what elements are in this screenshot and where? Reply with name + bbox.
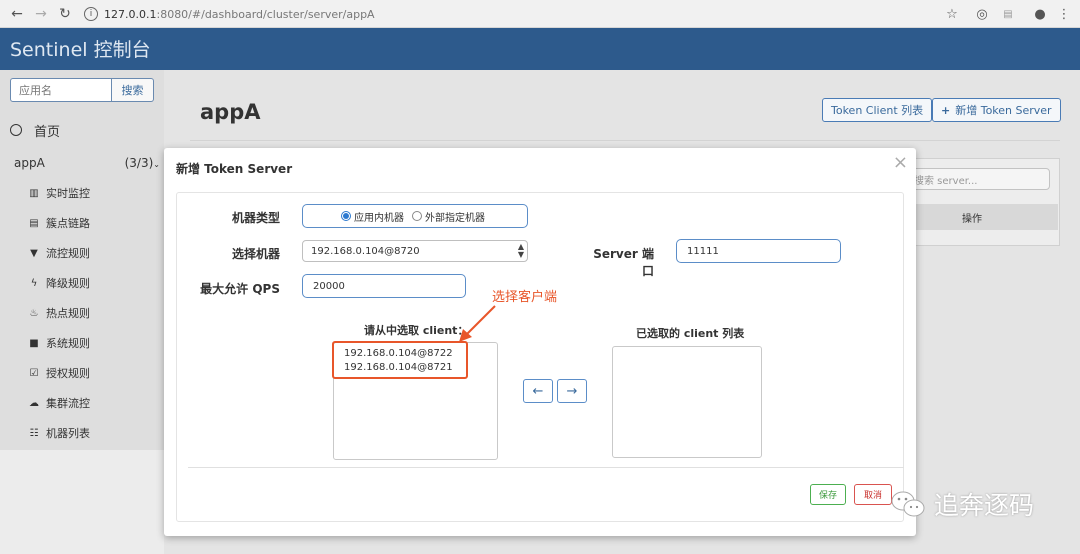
cloud-icon: ☁ (29, 397, 39, 409)
check-circle-icon: ☑ (29, 367, 39, 379)
save-button[interactable]: 保存 (810, 484, 846, 505)
menu-kebab-icon[interactable]: ⋮ (1054, 4, 1074, 24)
machine-select[interactable]: 192.168.0.104@8720 ▲ ▼ (302, 240, 528, 262)
flash-icon: ϟ (30, 277, 38, 289)
select-machine-label: 选择机器 (231, 247, 280, 261)
plus-icon: + (941, 103, 951, 117)
move-right-button[interactable]: → (557, 379, 587, 403)
profile-icon[interactable]: ● (1030, 4, 1050, 24)
dashboard-icon (10, 124, 22, 136)
app-header: Sentinel 控制台 (0, 28, 1080, 70)
sidebar-item-label: 降级规则 (46, 277, 90, 290)
server-port-label: Server 端口 (593, 247, 654, 278)
header-divider (190, 140, 1060, 141)
radio-external-machine[interactable]: 外部指定机器 (412, 209, 485, 224)
fire-icon: ♨ (29, 307, 39, 319)
add-token-server-label: 新增 Token Server (955, 104, 1052, 117)
bar-chart-icon: ▥ (29, 187, 39, 199)
extension-2-icon[interactable]: ▤ (998, 4, 1018, 24)
sidebar-item-flow-rules[interactable]: ▼ 流控规则 (28, 244, 90, 262)
sidebar-item-home[interactable]: 首页 (10, 120, 60, 140)
url-host: 127.0.0.1 (104, 7, 157, 21)
list-icon: ▤ (29, 217, 39, 229)
add-token-server-button[interactable]: + 新增 Token Server (932, 98, 1061, 122)
app-brand[interactable]: Sentinel 控制台 (10, 35, 151, 62)
extension-icon[interactable]: ◎ (972, 4, 992, 24)
radio-label: 外部指定机器 (425, 212, 485, 224)
lock-icon: ■ (29, 337, 39, 349)
table-icon: ☷ (29, 427, 39, 439)
table-header-ops: 操作 (900, 204, 1058, 230)
machine-type-label: 机器类型 (231, 211, 280, 225)
info-icon[interactable]: i (84, 7, 98, 21)
sidebar-item-hotspot-rules[interactable]: ♨ 热点规则 (28, 304, 90, 322)
sidebar-item-monitor[interactable]: ▥ 实时监控 (28, 184, 90, 202)
selected-clients-list[interactable] (612, 346, 762, 458)
max-qps-label: 最大允许 QPS (200, 282, 280, 296)
watermark-text: 追奔逐码 (934, 491, 1035, 520)
filter-icon: ▼ (30, 247, 38, 259)
annotation-label: 选择客户端 (492, 290, 558, 305)
sidebar-item-authority-rules[interactable]: ☑ 授权规则 (28, 364, 90, 382)
sidebar-item-label: 簇点链路 (46, 217, 90, 230)
sidebar-item-label: 首页 (34, 124, 61, 140)
bookmark-star-icon[interactable]: ☆ (942, 4, 962, 24)
select-arrows-icon: ▲ ▼ (517, 242, 524, 259)
app-search-input[interactable] (10, 78, 112, 102)
sidebar-item-system-rules[interactable]: ■ 系统规则 (28, 334, 90, 352)
back-icon[interactable]: ← (6, 3, 28, 25)
sidebar-item-degrade-rules[interactable]: ϟ 降级规则 (28, 274, 90, 292)
radio-unselected-icon (412, 211, 422, 221)
sidebar-item-resource-chain[interactable]: ▤ 簇点链路 (28, 214, 90, 232)
add-token-server-modal: 新增 Token Server × (164, 148, 916, 536)
chevron-down-icon: ⌄ (153, 160, 160, 169)
machine-select-value: 192.168.0.104@8720 (311, 245, 420, 257)
sidebar-item-label: 流控规则 (46, 247, 90, 260)
reload-icon[interactable]: ↻ (54, 3, 76, 25)
address-bar[interactable]: i 127.0.0.1:8080/#/dashboard/cluster/ser… (84, 4, 964, 24)
close-icon[interactable]: × (893, 152, 908, 173)
sidebar-item-cluster-flow[interactable]: ☁ 集群流控 (28, 394, 90, 412)
machine-type-radio-group: 应用内机器 外部指定机器 (302, 204, 528, 228)
url-path: :8080/#/dashboard/cluster/server/appA (156, 7, 375, 21)
move-left-button[interactable]: ← (523, 379, 553, 403)
app-name: appA (14, 156, 45, 170)
max-qps-input[interactable]: 20000 (302, 274, 466, 298)
wechat-logo-icon (891, 491, 925, 517)
sidebar-item-label: 机器列表 (46, 427, 90, 440)
sidebar-item-label: 授权规则 (46, 367, 90, 380)
server-search-input[interactable]: 搜索 server... (905, 168, 1050, 190)
watermark: 追奔逐码 (890, 484, 1034, 524)
forward-icon[interactable]: → (30, 3, 52, 25)
sidebar-item-label: 集群流控 (46, 397, 90, 410)
annotation-highlight-box (332, 341, 468, 379)
sidebar-app-appA[interactable]: appA (3/3)⌄ (14, 154, 160, 172)
cancel-button[interactable]: 取消 (854, 484, 892, 505)
sidebar: 搜索 首页 appA (3/3)⌄ ▥ 实时监控 ▤ 簇点链路 ▼ 流控规则 ϟ… (0, 70, 164, 450)
page-title: appA (200, 100, 261, 124)
modal-title: 新增 Token Server (176, 162, 293, 176)
token-client-list-button[interactable]: Token Client 列表 (822, 98, 933, 122)
app-search: 搜索 (10, 78, 154, 102)
radio-label: 应用内机器 (354, 212, 404, 224)
server-port-input[interactable]: 11111 (676, 239, 841, 263)
sidebar-item-label: 实时监控 (46, 187, 90, 200)
app-count: (3/3) (124, 156, 154, 170)
radio-app-machine[interactable]: 应用内机器 (341, 209, 404, 224)
selected-clients-title: 已选取的 client 列表 (636, 327, 745, 340)
sidebar-item-label: 热点规则 (46, 307, 90, 320)
radio-selected-icon (341, 211, 351, 221)
modal-footer-divider (188, 467, 904, 468)
search-button[interactable]: 搜索 (112, 78, 154, 102)
browser-toolbar: ← → ↻ i 127.0.0.1:8080/#/dashboard/clust… (0, 0, 1080, 28)
available-clients-title: 请从中选取 client： (364, 324, 469, 337)
sidebar-item-label: 系统规则 (46, 337, 90, 350)
sidebar-item-machines[interactable]: ☷ 机器列表 (28, 424, 90, 442)
